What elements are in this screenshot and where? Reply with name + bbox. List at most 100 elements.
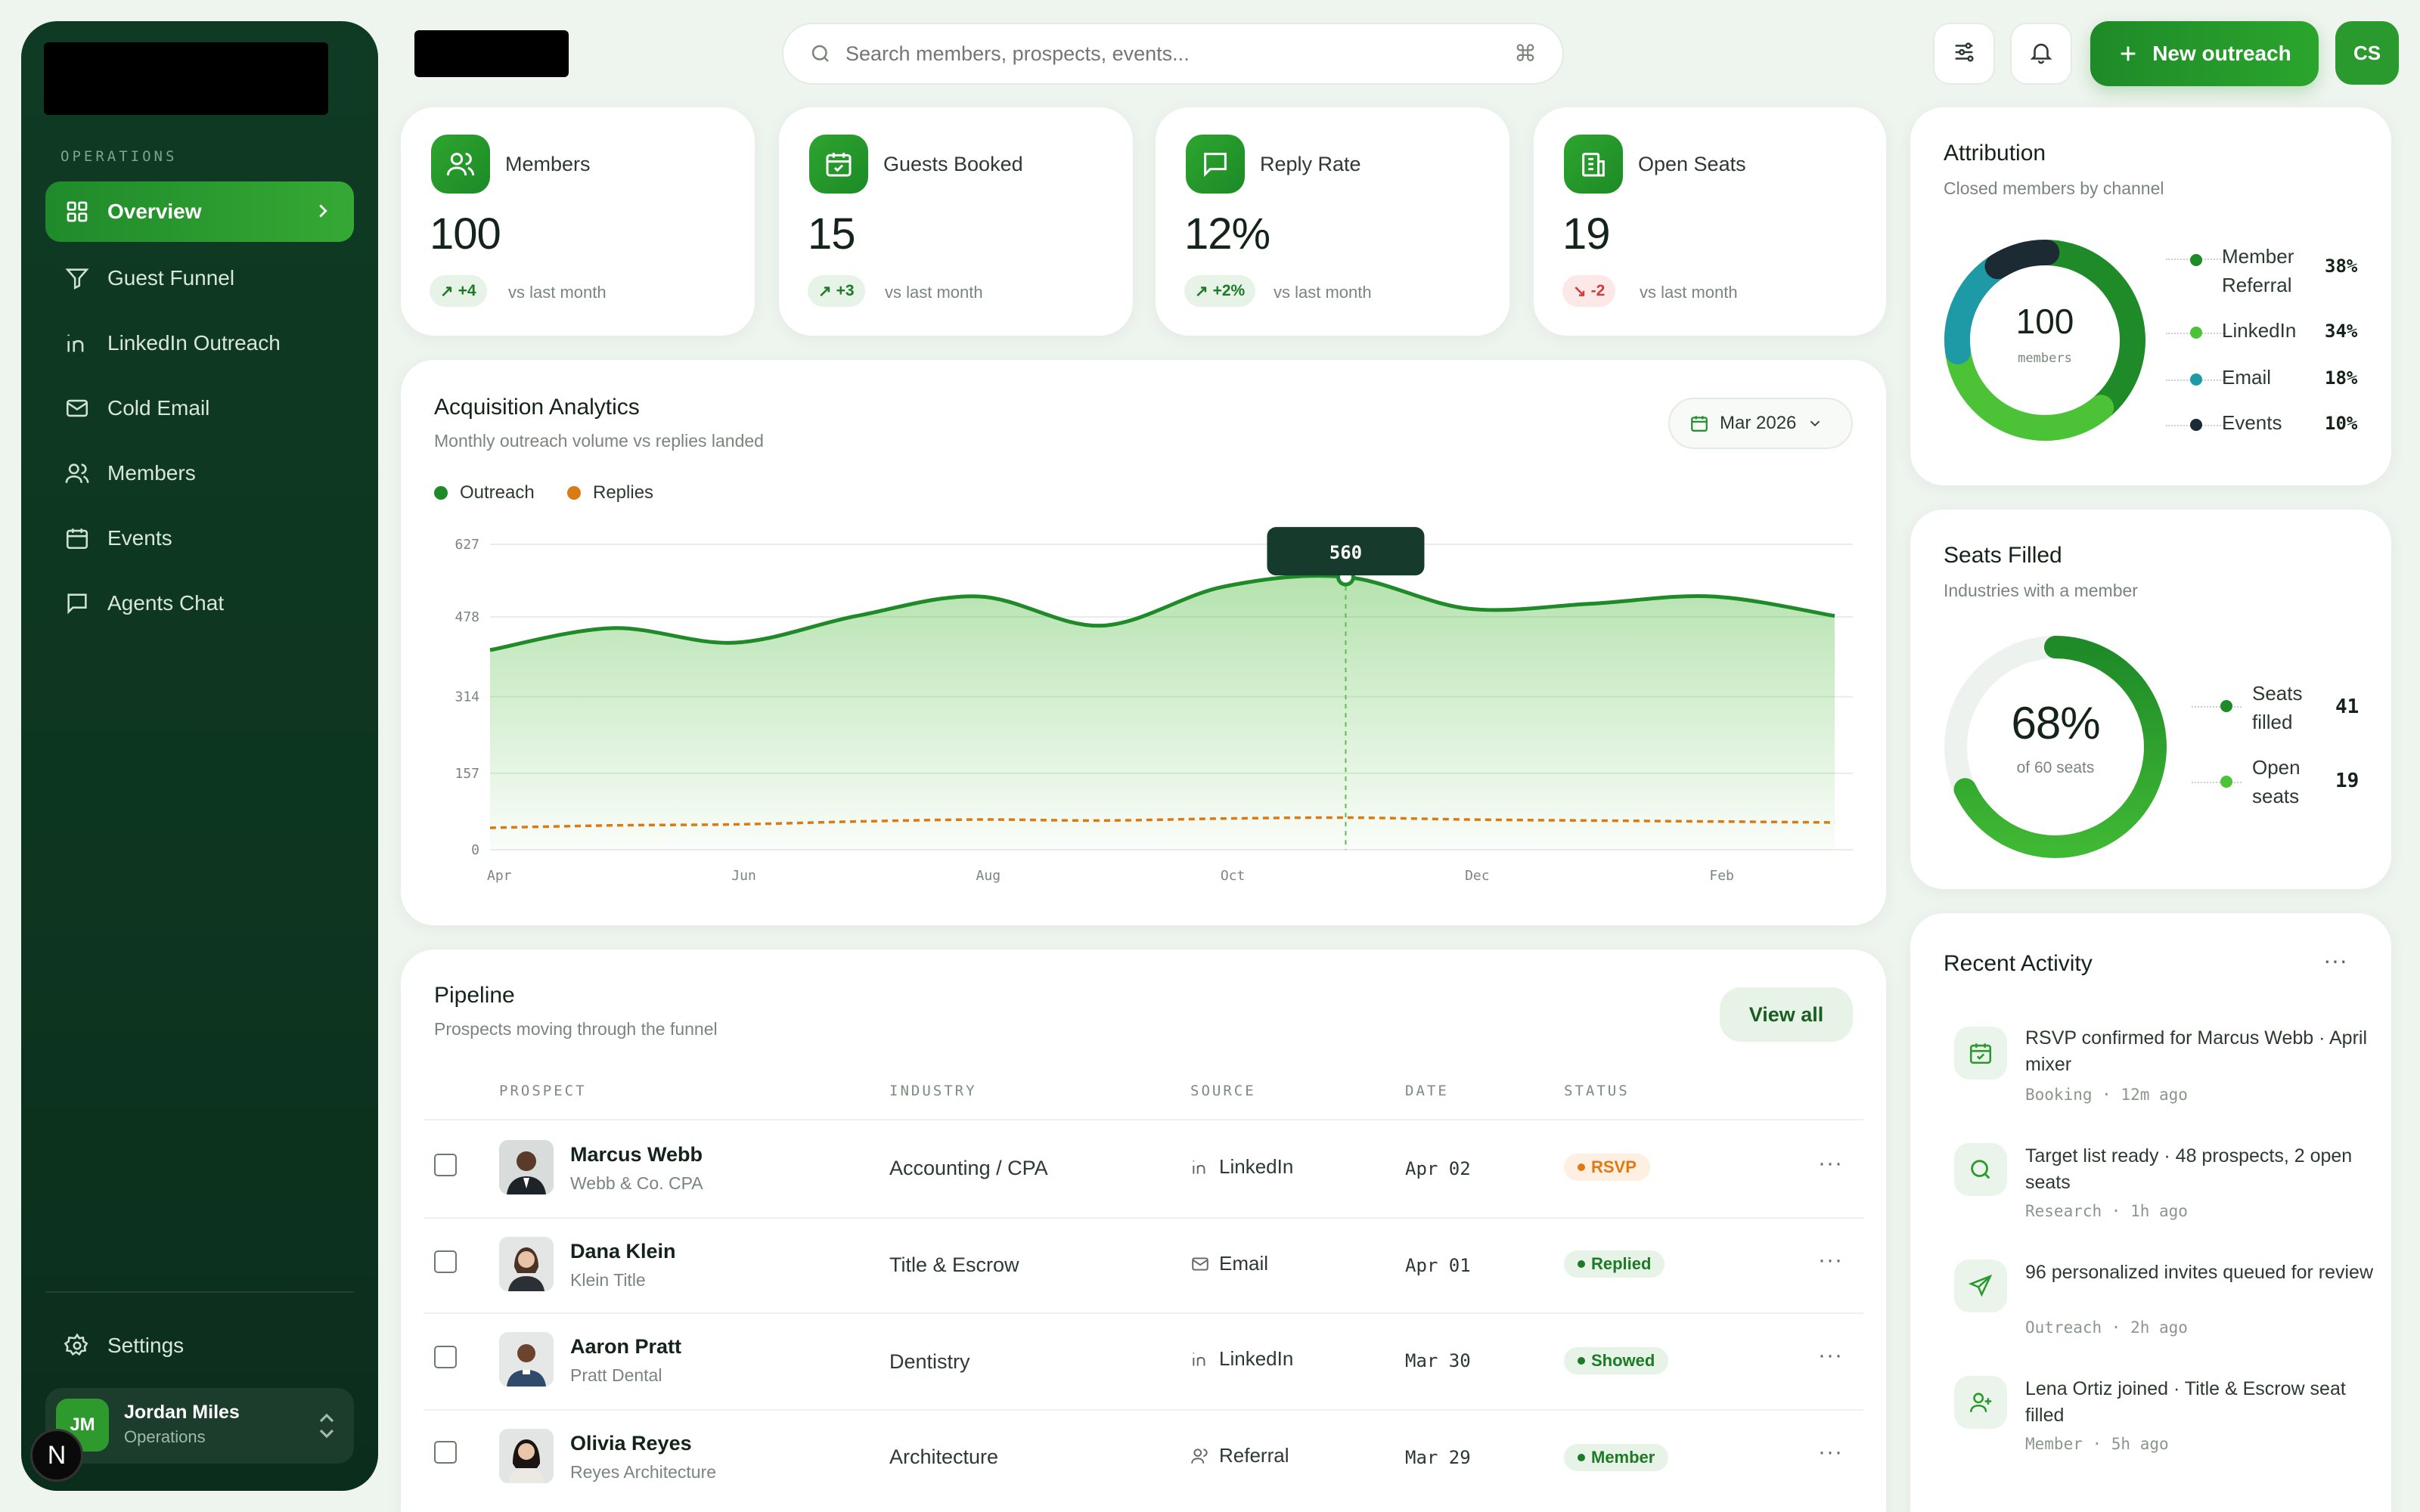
users-icon [62, 458, 92, 488]
stat-compare: vs last month [508, 283, 607, 302]
column-header-prospect[interactable]: PROSPECT [499, 1083, 587, 1099]
avatar[interactable]: CS [2335, 21, 2399, 85]
stat-card-guests-booked: Guests Booked 15 ↗ +3 vs last month [779, 107, 1133, 336]
stat-compare: vs last month [1274, 283, 1372, 302]
card-title: Seats Filled [1944, 543, 2062, 568]
source: LinkedIn [1190, 1347, 1293, 1371]
sidebar-item-events[interactable]: Events [45, 508, 354, 569]
stat-delta: ↗ +2% [1184, 275, 1256, 307]
card-title: Attribution [1944, 141, 2046, 166]
sidebar-item-cold-email[interactable]: Cold Email [45, 378, 354, 438]
command-key-icon: ⌘ [1514, 42, 1537, 67]
prospect-name[interactable]: Aaron Pratt [570, 1335, 681, 1359]
user-menu[interactable]: JM Jordan Miles Operations [45, 1388, 354, 1464]
sidebar-item-members[interactable]: Members [45, 443, 354, 503]
filter-button[interactable] [1933, 23, 1995, 85]
funnel-icon [62, 263, 92, 293]
status-badge: RSVP [1564, 1154, 1650, 1181]
view-all-button[interactable]: View all [1720, 987, 1853, 1042]
x-tick-label: Dec [1465, 868, 1490, 884]
column-header-date[interactable]: DATE [1405, 1083, 1449, 1099]
avatar [499, 1429, 554, 1483]
stat-label: Guests Booked [883, 153, 1023, 175]
more-icon[interactable]: ··· [1818, 1151, 1843, 1176]
gear-icon [62, 1331, 92, 1361]
stat-value: 15 [808, 209, 856, 259]
legend-value: 41 [2335, 696, 2360, 718]
prospect-company: Pratt Dental [570, 1365, 662, 1385]
row-checkbox[interactable] [434, 1154, 457, 1176]
pipeline-card: Pipeline Prospects moving through the fu… [401, 950, 1886, 1512]
calendar-icon [62, 523, 92, 553]
more-icon[interactable]: ··· [2323, 947, 2347, 974]
legend-value: 10% [2325, 413, 2358, 434]
x-tick-label: Jun [731, 868, 756, 884]
y-tick-label: 627 [455, 537, 479, 553]
industry: Accounting / CPA [889, 1157, 1048, 1179]
prospect-name[interactable]: Marcus Webb [570, 1143, 703, 1167]
date: Mar 29 [1405, 1447, 1471, 1468]
sidebar-item-overview[interactable]: Overview [45, 181, 354, 242]
notifications-button[interactable] [2010, 23, 2072, 85]
section-label: OPERATIONS [60, 148, 178, 165]
x-tick-label: Aug [976, 868, 1001, 884]
date: Apr 02 [1405, 1158, 1471, 1179]
column-header-source[interactable]: SOURCE [1190, 1083, 1256, 1099]
stat-compare: vs last month [885, 283, 983, 302]
divider [424, 1217, 1863, 1219]
y-tick-label: 0 [471, 842, 479, 858]
more-icon[interactable]: ··· [1818, 1343, 1843, 1368]
date: Mar 30 [1405, 1350, 1471, 1371]
bell-icon [2028, 39, 2054, 69]
chat-icon [62, 588, 92, 618]
sidebar-item-agents-chat[interactable]: Agents Chat [45, 573, 354, 634]
brand-logo [414, 30, 569, 77]
attribution-card: Attribution Closed members by channel 10… [1910, 107, 2391, 485]
avatar [499, 1140, 554, 1194]
user-plus-icon [1954, 1376, 2007, 1429]
prospect-name[interactable]: Dana Klein [570, 1240, 676, 1263]
stat-compare: vs last month [1640, 283, 1738, 302]
search-icon [1954, 1143, 2007, 1196]
seats-filled-card: Seats Filled Industries with a member 68… [1910, 510, 2391, 889]
more-icon[interactable]: ··· [1818, 1247, 1843, 1273]
tooltip-value: 560 [1329, 542, 1362, 563]
trend-down-icon: ↘ [1573, 282, 1587, 300]
legend-dot [2220, 776, 2232, 788]
activity-text: 96 personalized invites queued for revie… [2025, 1262, 2373, 1283]
stat-value: 19 [1562, 209, 1611, 259]
donut-center-label: members [2018, 351, 2072, 366]
legend-label: Member Referral [2222, 245, 2294, 296]
column-header-industry[interactable]: INDUSTRY [889, 1083, 977, 1099]
legend-label: Email [2222, 366, 2272, 389]
more-icon[interactable]: ··· [1818, 1439, 1843, 1465]
sidebar-item-label: Overview [107, 200, 202, 223]
sidebar-item-linkedin-outreach[interactable]: LinkedIn Outreach [45, 313, 354, 373]
row-checkbox[interactable] [434, 1441, 457, 1464]
sidebar-item-settings[interactable]: Settings [45, 1315, 354, 1376]
stat-delta: ↗ +4 [430, 275, 487, 307]
user-name: Jordan Miles [124, 1402, 240, 1423]
industry: Dentistry [889, 1350, 970, 1373]
row-checkbox[interactable] [434, 1250, 457, 1273]
legend-label: Open seats [2252, 756, 2301, 807]
trend-up-icon: ↗ [440, 282, 454, 300]
prospect-name[interactable]: Olivia Reyes [570, 1432, 692, 1455]
chevron-updown-icon [316, 1411, 337, 1445]
activity-text: Lena Ortiz joined · Title & Escrow seat … [2025, 1378, 2346, 1426]
n-badge[interactable]: N [30, 1429, 83, 1482]
building-icon [1564, 135, 1623, 194]
column-header-status[interactable]: STATUS [1564, 1083, 1630, 1099]
prospect-company: Reyes Architecture [570, 1462, 717, 1482]
leader-line [2192, 706, 2242, 708]
search-input[interactable] [845, 42, 1466, 66]
legend-dot [2220, 700, 2232, 712]
activity-text: Target list ready · 48 prospects, 2 open… [2025, 1145, 2353, 1193]
date: Apr 01 [1405, 1255, 1471, 1276]
new-outreach-button[interactable]: New outreach [2090, 21, 2319, 86]
sidebar-item-guest-funnel[interactable]: Guest Funnel [45, 248, 354, 308]
row-checkbox[interactable] [434, 1346, 457, 1368]
linkedin-icon [1190, 1157, 1210, 1177]
plus-icon [2118, 43, 2139, 64]
search-bar[interactable]: ⌘ [782, 23, 1564, 85]
